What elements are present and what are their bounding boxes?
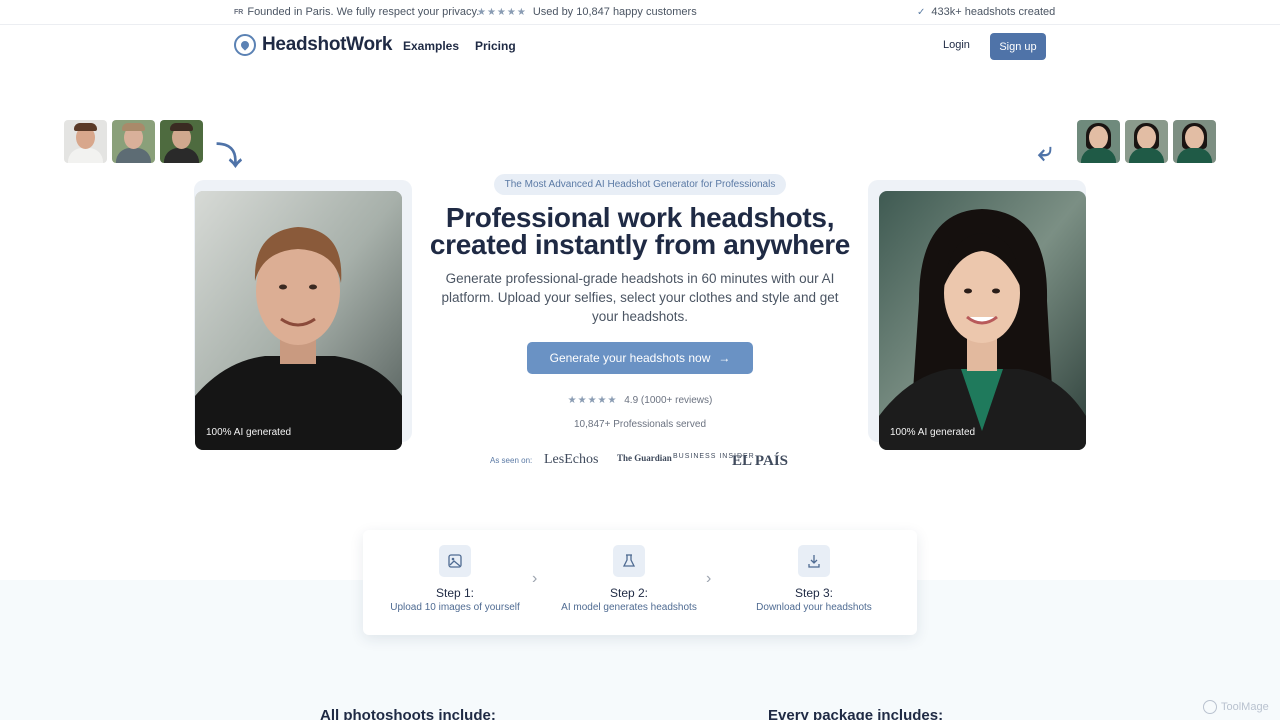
press-logo-lesechos: LesEchos: [544, 452, 599, 467]
nav-examples-link[interactable]: Examples: [403, 39, 459, 53]
step-upload: Step 1: Upload 10 images of yourself: [370, 545, 540, 613]
image-icon: [439, 545, 471, 577]
step-generate: Step 2: AI model generates headshots: [544, 545, 714, 613]
press-logo-business-insider: BUSINESS INSIDER: [673, 453, 755, 460]
chevron-right-icon: ›: [532, 570, 538, 587]
customer-count: ★★★★★ Used by 10,847 happy customers: [477, 6, 697, 18]
hero-headline: Professional work headshots, created ins…: [400, 204, 880, 260]
steps-card: Step 1: Upload 10 images of yourself › S…: [363, 530, 917, 635]
headline-line-2: created instantly from anywhere: [429, 229, 851, 260]
woman-portrait-illustration: [879, 191, 1086, 450]
founded-text: Founded in Paris. We fully respect your …: [247, 6, 480, 18]
logo-text: HeadshotWork: [262, 34, 393, 55]
step-title: Step 1:: [435, 586, 475, 600]
logo[interactable]: HeadshotWork: [234, 34, 392, 56]
step-description: Download your headshots: [756, 602, 872, 613]
download-icon: [798, 545, 830, 577]
check-icon: ✓: [917, 6, 926, 18]
ai-headshot-woman: 100% AI generated: [879, 191, 1086, 450]
main-nav: HeadshotWork Examples Pricing Login Sign…: [0, 25, 1280, 69]
professionals-served: 10,847+ Professionals served: [573, 419, 707, 430]
review-rating: ★★★★★ 4.9 (1000+ reviews): [540, 395, 740, 406]
watermark-text: ToolMage: [1221, 701, 1269, 713]
nav-pricing-link[interactable]: Pricing: [475, 39, 516, 53]
cta-label: Generate your headshots now: [549, 351, 711, 365]
curved-arrow-icon: ⤶: [1038, 136, 1053, 166]
step-title: Step 3:: [794, 586, 834, 600]
step-description: AI model generates headshots: [561, 602, 697, 613]
watermark: ToolMage: [1203, 700, 1269, 714]
france-flag-icon: FR: [234, 8, 244, 16]
ai-generated-caption: 100% AI generated: [890, 427, 976, 438]
photoshoots-include-heading: All photoshoots include:: [320, 707, 496, 720]
ai-generated-caption: 100% AI generated: [206, 427, 292, 438]
arrow-right-icon: →: [718, 351, 731, 365]
before-selfie-thumbnail: [64, 120, 107, 163]
star-rating-icon: ★★★★★: [477, 6, 527, 18]
signup-button[interactable]: Sign up: [990, 33, 1046, 60]
press-logo-guardian: The Guardian: [617, 453, 672, 463]
press-logo-el-pais: EL PAÍS: [732, 453, 788, 469]
announcement-bar: FR Founded in Paris. We fully respect yo…: [0, 0, 1280, 25]
step-download: Step 3: Download your headshots: [729, 545, 899, 613]
customers-text: Used by 10,847 happy customers: [532, 6, 697, 18]
package-includes-heading: Every package includes:: [768, 707, 944, 720]
before-selfie-thumbnail: [160, 120, 203, 163]
before-selfie-thumbnail: [1125, 120, 1168, 163]
step-title: Step 2:: [609, 586, 649, 600]
curved-arrow-icon: ⤵: [216, 141, 243, 171]
flask-icon: [613, 545, 645, 577]
headshots-text: 433k+ headshots created: [931, 6, 1056, 18]
man-portrait-illustration: [195, 191, 402, 450]
before-selfie-thumbnail: [1173, 120, 1216, 163]
step-description: Upload 10 images of yourself: [390, 602, 520, 613]
before-selfie-thumbnail: [1077, 120, 1120, 163]
login-link[interactable]: Login: [943, 39, 970, 51]
watermark-icon: [1203, 700, 1217, 714]
logo-icon: [234, 34, 256, 56]
generate-headshots-button[interactable]: Generate your headshots now →: [527, 342, 753, 374]
star-rating-icon: ★★★★★: [567, 395, 618, 406]
as-seen-on-label: As seen on:: [490, 456, 533, 465]
before-selfie-thumbnail: [112, 120, 155, 163]
hero-subtext: Generate professional-grade headshots in…: [441, 271, 839, 324]
chevron-right-icon: ›: [706, 570, 712, 587]
ai-headshot-man: 100% AI generated: [195, 191, 402, 450]
headshots-count: ✓ 433k+ headshots created: [917, 6, 1055, 18]
privacy-notice: FR Founded in Paris. We fully respect yo…: [234, 6, 479, 18]
rating-text: 4.9 (1000+ reviews): [624, 395, 713, 406]
tagline-pill: The Most Advanced AI Headshot Generator …: [494, 174, 786, 195]
